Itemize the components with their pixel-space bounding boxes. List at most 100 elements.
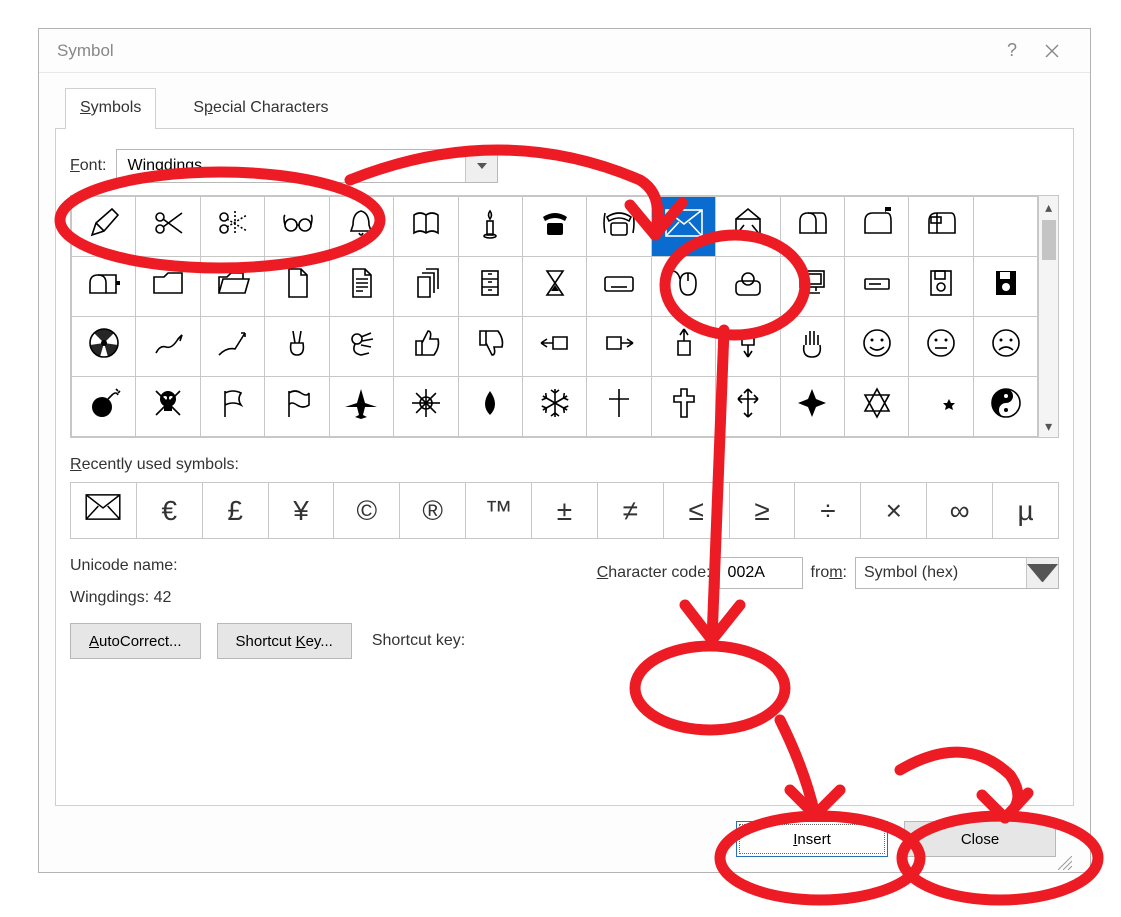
symbol-cell[interactable] [458, 257, 522, 317]
symbol-cell[interactable] [200, 317, 264, 377]
symbol-cell[interactable] [716, 197, 780, 257]
recent-symbol-cell[interactable]: ± [532, 483, 598, 539]
symbol-cell[interactable] [265, 197, 329, 257]
resize-grip[interactable] [1058, 856, 1072, 870]
help-button[interactable]: ? [992, 31, 1032, 71]
from-combo[interactable]: Symbol (hex) [855, 557, 1059, 589]
symbol-cell[interactable] [716, 317, 780, 377]
font-input[interactable] [117, 150, 465, 182]
tab-special-characters[interactable]: Special Characters [178, 88, 343, 129]
charcode-block: Character code: from: Symbol (hex) [597, 557, 1059, 589]
symbol-cell[interactable] [72, 317, 136, 377]
from-dropdown-button[interactable] [1026, 558, 1058, 588]
symbol-cell[interactable] [522, 197, 586, 257]
symbol-cell[interactable] [973, 197, 1037, 257]
symbol-cell[interactable] [780, 377, 844, 437]
recent-symbol-cell[interactable]: © [334, 483, 400, 539]
symbol-cell[interactable] [394, 377, 458, 437]
scroll-up-button[interactable]: ▴ [1039, 196, 1058, 218]
scroll-down-button[interactable]: ▾ [1039, 415, 1058, 437]
symbol-cell[interactable] [136, 377, 200, 437]
symbol-cell[interactable] [909, 257, 973, 317]
font-combo[interactable] [116, 149, 498, 183]
grid-scrollbar[interactable]: ▴ ▾ [1038, 196, 1058, 437]
dialog-body: Symbols Special Characters Font: ▴ [39, 73, 1090, 872]
symbol-cell[interactable] [845, 257, 909, 317]
font-dropdown-button[interactable] [465, 150, 497, 182]
symbol-cell[interactable] [136, 257, 200, 317]
symbol-cell[interactable] [651, 317, 715, 377]
symbol-cell[interactable] [587, 377, 651, 437]
symbol-cell[interactable] [909, 317, 973, 377]
symbol-cell[interactable] [200, 257, 264, 317]
insert-button[interactable]: Insert [736, 821, 888, 857]
symbol-cell[interactable] [845, 197, 909, 257]
symbol-cell[interactable] [136, 317, 200, 377]
symbol-cell[interactable] [200, 197, 264, 257]
symbol-grid[interactable] [71, 196, 1038, 437]
symbol-cell[interactable] [265, 377, 329, 437]
symbol-cell[interactable] [458, 317, 522, 377]
shortcut-key-button[interactable]: Shortcut Key... [217, 623, 352, 659]
symbol-cell[interactable] [587, 197, 651, 257]
recent-symbol-cell[interactable]: ≠ [597, 483, 663, 539]
symbol-cell[interactable] [329, 377, 393, 437]
symbol-cell[interactable] [458, 197, 522, 257]
recent-symbol-cell[interactable] [71, 483, 137, 539]
recent-symbol-cell[interactable]: ∞ [927, 483, 993, 539]
symbol-cell[interactable] [845, 377, 909, 437]
symbol-cell[interactable] [909, 377, 973, 437]
symbol-cell[interactable] [780, 257, 844, 317]
scroll-thumb[interactable] [1042, 220, 1056, 260]
symbol-cell[interactable] [522, 377, 586, 437]
recent-symbol-cell[interactable]: ® [400, 483, 466, 539]
recent-symbol-cell[interactable]: µ [993, 483, 1059, 539]
symbol-cell[interactable] [72, 377, 136, 437]
symbol-cell[interactable] [329, 317, 393, 377]
symbol-cell[interactable] [651, 197, 715, 257]
symbol-cell[interactable] [522, 317, 586, 377]
autocorrect-button[interactable]: AutoCorrect... [70, 623, 201, 659]
symbol-cell[interactable] [973, 317, 1037, 377]
symbol-cell[interactable] [394, 257, 458, 317]
recent-symbol-cell[interactable]: £ [202, 483, 268, 539]
recent-symbol-cell[interactable]: ≥ [729, 483, 795, 539]
window-close-button[interactable] [1032, 31, 1072, 71]
symbol-cell[interactable] [329, 197, 393, 257]
symbol-cell[interactable] [329, 257, 393, 317]
recent-symbol-cell[interactable]: ≤ [663, 483, 729, 539]
character-code-input[interactable] [719, 557, 803, 589]
symbol-cell[interactable] [780, 317, 844, 377]
symbol-cell[interactable] [587, 317, 651, 377]
symbol-cell[interactable] [72, 257, 136, 317]
recent-symbol-cell[interactable]: ÷ [795, 483, 861, 539]
symbol-cell[interactable] [973, 257, 1037, 317]
symbol-cell[interactable] [265, 257, 329, 317]
symbol-cell[interactable] [458, 377, 522, 437]
symbol-cell[interactable] [780, 197, 844, 257]
symbol-cell[interactable] [72, 197, 136, 257]
symbol-cell[interactable] [522, 257, 586, 317]
symbol-cell[interactable] [716, 377, 780, 437]
recent-symbol-cell[interactable]: ¥ [268, 483, 334, 539]
symbol-cell[interactable] [200, 377, 264, 437]
recent-symbol-cell[interactable]: ™ [466, 483, 532, 539]
symbol-cell[interactable] [136, 197, 200, 257]
symbol-cell[interactable] [651, 377, 715, 437]
symbol-cell[interactable] [716, 257, 780, 317]
close-button[interactable]: Close [904, 821, 1056, 857]
lower-button-row: AutoCorrect... Shortcut Key... Shortcut … [70, 623, 1059, 659]
shortcut-key-label: Shortcut key: [372, 632, 465, 650]
symbol-cell[interactable] [909, 197, 973, 257]
symbol-cell[interactable] [394, 317, 458, 377]
symbol-cell[interactable] [845, 317, 909, 377]
symbol-cell[interactable] [265, 317, 329, 377]
symbol-cell[interactable] [587, 257, 651, 317]
symbol-cell[interactable] [651, 257, 715, 317]
recent-symbol-cell[interactable]: € [136, 483, 202, 539]
recent-symbol-cell[interactable]: × [861, 483, 927, 539]
symbol-cell[interactable] [394, 197, 458, 257]
symbol-cell[interactable] [973, 377, 1037, 437]
recent-grid[interactable]: €£¥©®™±≠≤≥÷×∞µ [70, 482, 1059, 539]
tab-symbols[interactable]: Symbols [65, 88, 156, 129]
